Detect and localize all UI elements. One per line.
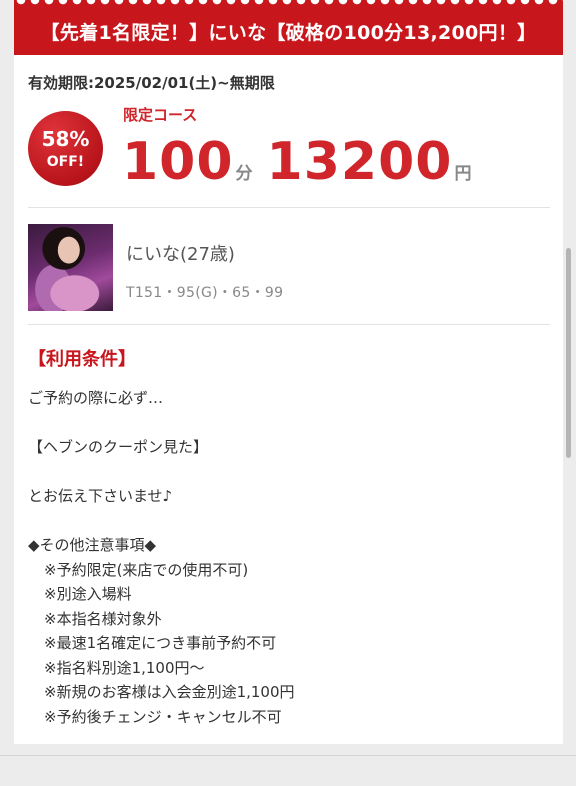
price-row: 100 分 13200 円 [122,132,485,192]
terms-note: ※予約限定(来店での使用不可) [44,560,249,579]
minutes-unit: 分 [235,164,253,184]
course-minutes: 100 [122,132,234,192]
coupon-card: 【先着1名限定！】にいな【破格の100分13,200円！】 有効期限:2025/… [14,0,563,744]
girl-photo[interactable] [28,224,113,311]
terms-line: とお伝え下さいませ♪ [28,487,173,505]
terms-body: ご予約の際に必ず… 【ヘブンのクーポン見た】 とお伝え下さいませ♪ ◆その他注意… [28,386,548,729]
girl-name[interactable]: にいな(27歳) [126,240,235,266]
divider [28,324,550,325]
terms-line [28,509,548,534]
terms-line [28,411,548,436]
terms-heading: 【利用条件】 [28,349,136,370]
terms-note: ※指名料別途1,100円〜 [44,658,205,677]
discount-off-label: OFF! [46,154,85,170]
divider [28,207,550,208]
terms-note: ※予約後チェンジ・キャンセル不可 [44,707,282,726]
terms-line: 【ヘブンのクーポン見た】 [28,438,209,456]
banner-scallop-edge [14,0,563,7]
coupon-banner[interactable]: 【先着1名限定！】にいな【破格の100分13,200円！】 [14,0,563,55]
course-label: 限定コース [123,106,198,124]
price-unit: 円 [454,164,472,184]
terms-note: ※最速1名確定につき事前予約不可 [44,634,277,652]
terms-line: ◆その他注意事項◆ [28,536,157,554]
scrollbar-thumb[interactable] [566,248,571,458]
terms-line: ご予約の際に必ず… [28,389,164,407]
course-price: 13200 [266,132,453,192]
terms-line [28,460,548,485]
discount-percent: 58% [41,127,90,151]
terms-note: ※新規のお客様は入会金別途1,100円 [44,683,295,701]
validity-period: 有効期限:2025/02/01(土)~無期限 [28,74,275,92]
terms-note: ※本指名様対象外 [44,609,162,628]
discount-badge: 58% OFF! [28,111,103,186]
girl-stats: T151・95(G)・65・99 [126,285,284,301]
terms-note: ※別途入場料 [44,585,132,603]
page-bottom-divider [0,755,576,756]
banner-title: 【先着1名限定！】にいな【破格の100分13,200円！】 [40,22,537,44]
